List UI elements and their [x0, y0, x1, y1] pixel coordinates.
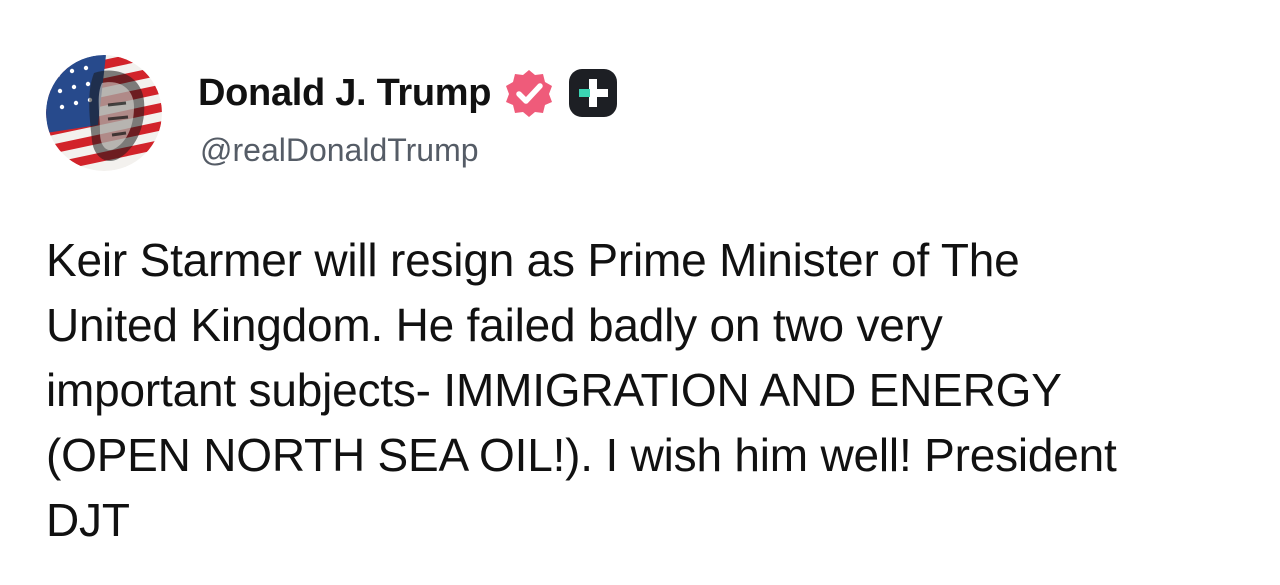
post-card: Donald J. Trump @realDonaldTrump Keir St… — [0, 0, 1280, 585]
plus-icon[interactable] — [567, 67, 619, 119]
post-text-line: Keir Starmer will resign as Prime Minist… — [46, 234, 1020, 286]
post-text-line: United Kingdom. He failed badly on two v… — [46, 299, 943, 351]
post-text-line: DJT — [46, 494, 130, 546]
author-name-row: Donald J. Trump — [198, 68, 619, 118]
post-text: Keir Starmer will resign as Prime Minist… — [46, 228, 1246, 553]
post-text-line: important subjects- IMMIGRATION AND ENER… — [46, 364, 1062, 416]
profile-avatar[interactable] — [46, 55, 162, 171]
verified-badge-icon — [503, 67, 555, 119]
author-handle[interactable]: @realDonaldTrump — [200, 130, 479, 170]
flag-portrait-icon — [46, 55, 162, 171]
post-text-line: (OPEN NORTH SEA OIL!). I wish him well! … — [46, 429, 1117, 481]
author-display-name[interactable]: Donald J. Trump — [198, 68, 492, 118]
